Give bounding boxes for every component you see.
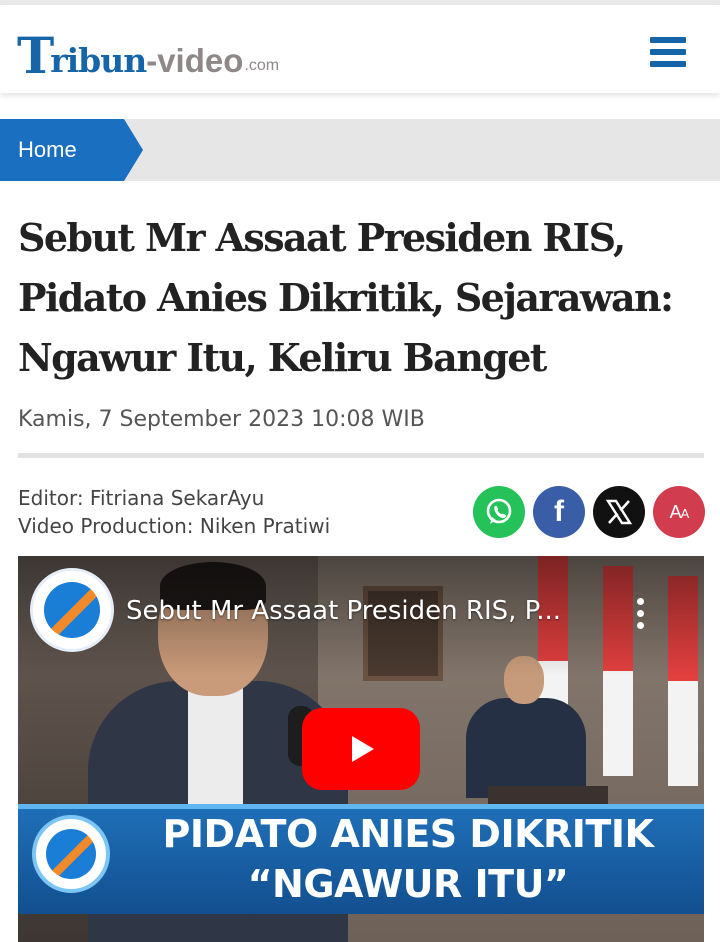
site-header: T ribun -video .com	[0, 5, 720, 93]
article-title: Sebut Mr Assaat Presiden RIS, Pidato Ani…	[18, 215, 674, 380]
breadcrumb: Home	[0, 119, 720, 181]
x-share-button[interactable]	[593, 486, 645, 538]
facebook-share-button[interactable]: f	[533, 486, 585, 538]
channel-avatar[interactable]	[30, 568, 114, 652]
channel-logo-icon	[44, 582, 100, 638]
facebook-icon: f	[554, 495, 564, 528]
breadcrumb-home-label: Home	[18, 137, 77, 162]
video-title[interactable]: Sebut Mr Assaat Presiden RIS, P...	[126, 594, 626, 628]
logo-video: -video	[146, 42, 244, 79]
logo-mark: T	[17, 26, 54, 85]
font-size-button[interactable]: AA	[653, 486, 705, 538]
play-icon	[352, 736, 374, 762]
article-date: Kamis, 7 September 2023 10:08 WIB	[18, 407, 425, 432]
video-banner: PIDATO ANIES DIKRITIK “NGAWUR ITU”	[18, 804, 704, 914]
logo-word: ribun	[50, 41, 147, 80]
site-logo[interactable]: T ribun -video .com	[17, 23, 279, 81]
whatsapp-share-button[interactable]	[473, 486, 525, 538]
more-options-icon[interactable]	[630, 596, 650, 630]
font-size-icon: AA	[669, 501, 690, 522]
banner-logo-icon	[32, 815, 110, 893]
whatsapp-icon	[486, 498, 512, 524]
editor-credit: Editor: Fitriana SekarAyu	[18, 486, 265, 510]
breadcrumb-home[interactable]: Home	[0, 119, 143, 181]
video-production-credit: Video Production: Niken Pratiwi	[18, 514, 331, 538]
x-icon	[605, 499, 633, 525]
article-credits: Editor: Fitriana SekarAyu Video Producti…	[18, 484, 330, 540]
speaker-at-podium	[466, 656, 586, 798]
video-player[interactable]: Sebut Mr Assaat Presiden RIS, P... PIDAT…	[18, 556, 704, 942]
banner-line-2: “NGAWUR ITU”	[247, 862, 569, 906]
hamburger-menu-icon[interactable]	[648, 35, 688, 69]
play-button[interactable]	[302, 708, 420, 790]
banner-headline: PIDATO ANIES DIKRITIK “NGAWUR ITU”	[118, 809, 698, 909]
divider	[18, 453, 704, 458]
logo-domain: .com	[244, 57, 280, 74]
banner-line-1: PIDATO ANIES DIKRITIK	[162, 812, 654, 856]
